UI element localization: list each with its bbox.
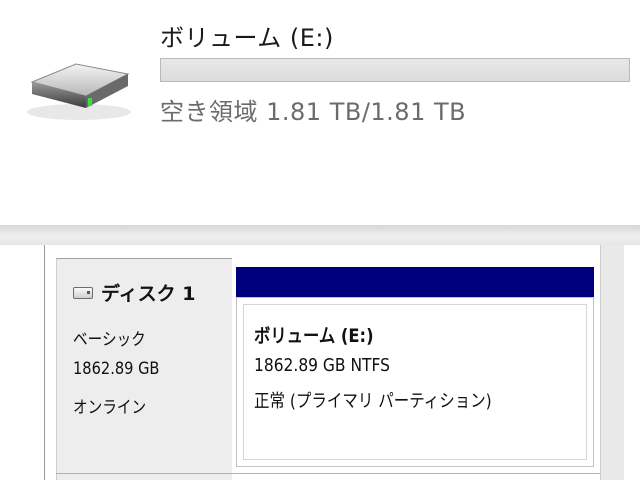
left-margin — [0, 245, 40, 480]
disk-management-panel: ディスク 1 ベーシック 1862.89 GB オンライン ボリューム (E:)… — [0, 245, 640, 480]
disk-name: ディスク 1 — [101, 283, 196, 305]
partition-inner: ボリューム (E:) 1862.89 GB NTFS 正常 (プライマリ パーテ… — [243, 304, 587, 460]
disk-icon — [73, 286, 93, 299]
left-divider — [44, 245, 45, 480]
bottom-divider — [56, 473, 600, 474]
vertical-scrollbar[interactable] — [600, 245, 625, 480]
drive-tile[interactable]: ボリューム (E:) 空き領域 1.81 TB/1.81 TB — [0, 0, 640, 225]
disk-size: 1862.89 GB — [73, 359, 160, 379]
partition-status: 正常 (プライマリ パーティション) — [254, 391, 492, 412]
disk-type: ベーシック — [73, 330, 146, 350]
usage-bar — [160, 58, 630, 82]
partition-header-bar[interactable] — [236, 267, 594, 297]
disk-status: オンライン — [73, 398, 147, 418]
separator-band — [0, 225, 640, 245]
disk-name-row: ディスク 1 — [73, 279, 196, 306]
hard-drive-icon — [27, 63, 131, 120]
partition-size: 1862.89 GB NTFS — [254, 355, 390, 376]
disk-label-cell[interactable]: ディスク 1 ベーシック 1862.89 GB オンライン — [56, 258, 232, 480]
free-space-text: 空き領域 1.81 TB/1.81 TB — [160, 98, 467, 126]
right-margin — [624, 245, 640, 480]
partition-name: ボリューム (E:) — [254, 325, 374, 347]
drive-title: ボリューム (E:) — [160, 24, 334, 52]
partition-block[interactable]: ボリューム (E:) 1862.89 GB NTFS 正常 (プライマリ パーテ… — [236, 297, 594, 467]
